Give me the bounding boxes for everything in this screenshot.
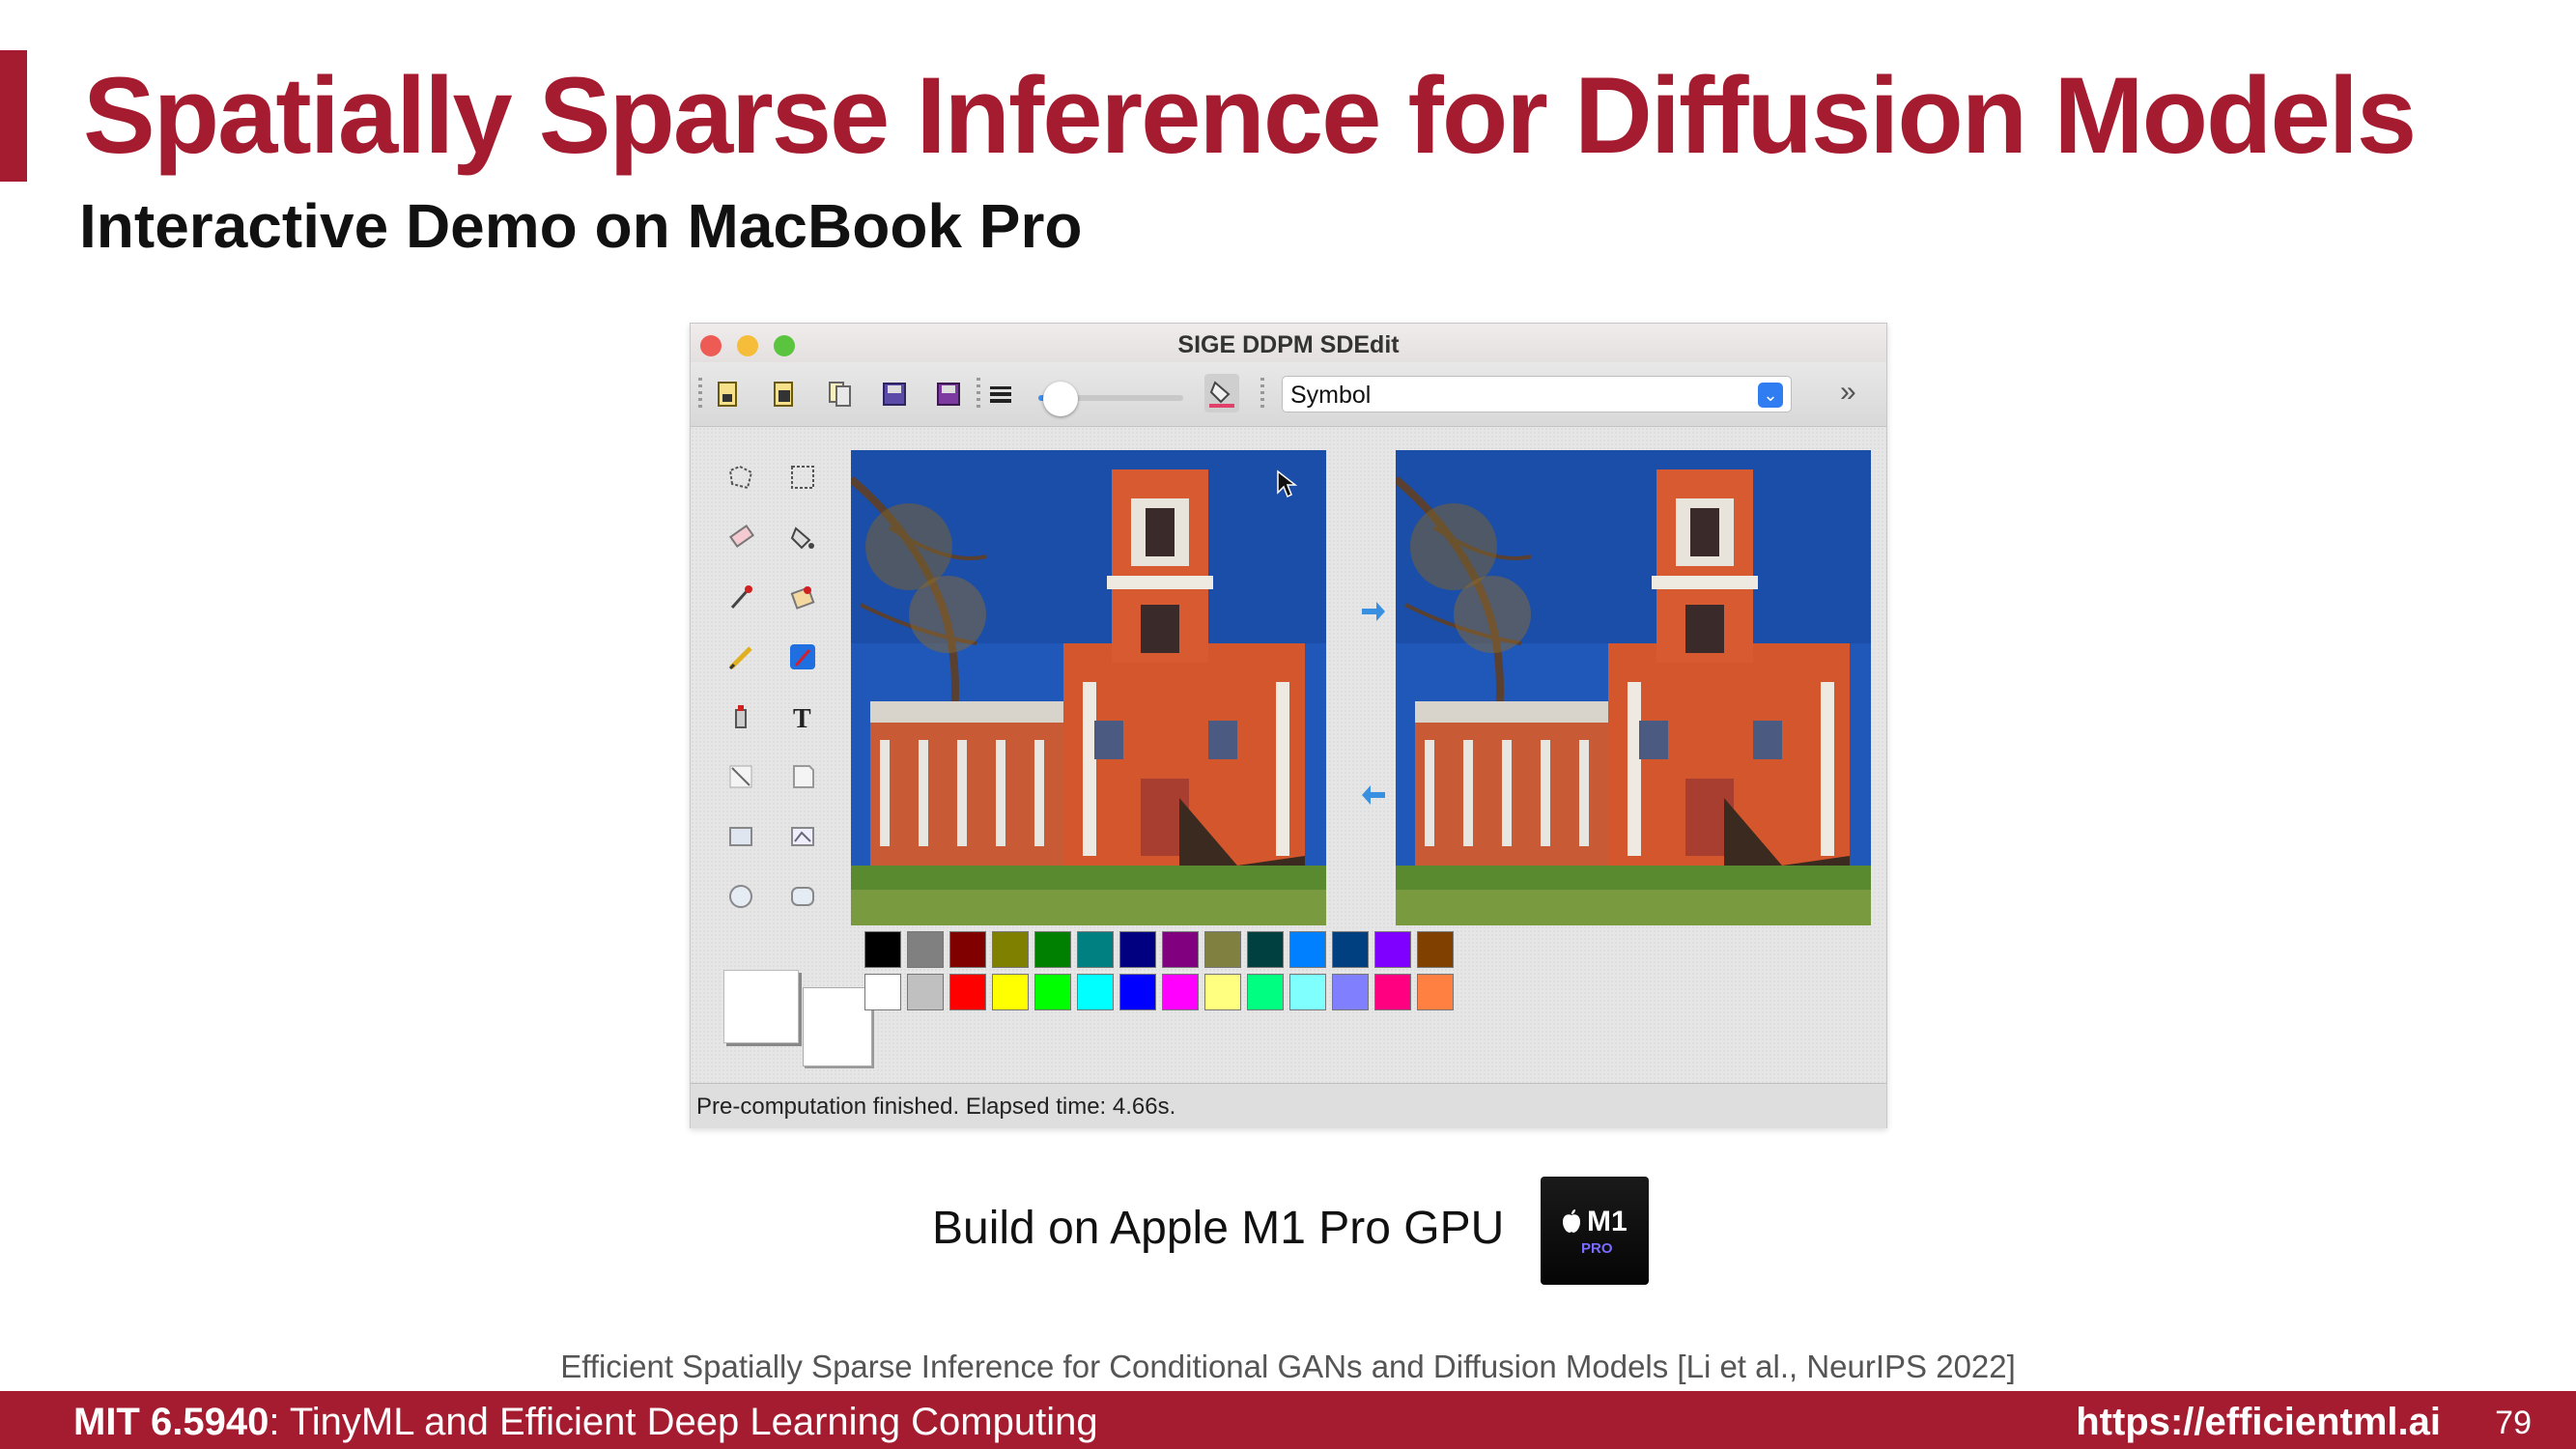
footer-course: MIT 6.5940: TinyML and Efficient Deep Le… xyxy=(73,1401,1098,1444)
palette-swatch[interactable] xyxy=(1119,931,1156,968)
fill-bucket-icon[interactable] xyxy=(785,520,820,554)
palette-swatch[interactable] xyxy=(1417,931,1454,968)
foreground-color-swatch[interactable] xyxy=(723,970,799,1043)
palette-swatch[interactable] xyxy=(949,974,986,1010)
palette-swatch[interactable] xyxy=(864,974,901,1010)
toolbar-overflow-icon[interactable]: » xyxy=(1840,376,1856,409)
palette-swatch[interactable] xyxy=(1374,931,1411,968)
palette-swatch[interactable] xyxy=(864,931,901,968)
apple-m1-pro-logo: M1 PRO xyxy=(1541,1177,1649,1285)
toolbar-grip[interactable] xyxy=(977,378,980,409)
title-accent-bar xyxy=(0,50,27,182)
palette-swatch[interactable] xyxy=(1204,974,1241,1010)
fill-color-icon[interactable] xyxy=(1204,374,1239,412)
toolbar-grip[interactable] xyxy=(1260,378,1264,409)
palette-swatch[interactable] xyxy=(1417,974,1454,1010)
symbol-select-value: Symbol xyxy=(1290,382,1372,409)
palette-swatch[interactable] xyxy=(1034,974,1071,1010)
symbol-select[interactable]: Symbol ⌄ xyxy=(1282,376,1792,412)
palette-swatch[interactable] xyxy=(1289,974,1326,1010)
app-window: SIGE DDPM SDEdit Symbol ⌄ » T Pre-comput… xyxy=(690,323,1887,1128)
background-color-swatch[interactable] xyxy=(803,987,872,1066)
palette-swatch[interactable] xyxy=(1247,974,1284,1010)
chip-tier: PRO xyxy=(1581,1240,1613,1257)
save-icon[interactable] xyxy=(880,378,909,411)
course-name: : TinyML and Efficient Deep Learning Com… xyxy=(269,1401,1098,1443)
page-number: 79 xyxy=(2495,1405,2532,1441)
palette-swatch[interactable] xyxy=(907,931,944,968)
apple-icon xyxy=(1563,1209,1580,1233)
palette-swatch[interactable] xyxy=(1162,931,1199,968)
palette-swatch[interactable] xyxy=(1332,974,1369,1010)
window-titlebar: SIGE DDPM SDEdit xyxy=(691,324,1886,363)
chip-caption: Build on Apple M1 Pro GPU xyxy=(932,1203,1505,1254)
footer-url[interactable]: https://efficientml.ai xyxy=(2076,1401,2441,1444)
palette-swatch[interactable] xyxy=(1204,931,1241,968)
workspace: T xyxy=(691,427,1886,1084)
brush-size-slider-knob[interactable] xyxy=(1042,382,1078,416)
window-title: SIGE DDPM SDEdit xyxy=(1177,331,1400,358)
airbrush-icon[interactable] xyxy=(723,699,758,734)
save-as-icon[interactable] xyxy=(934,378,963,411)
palette-swatch[interactable] xyxy=(1289,931,1326,968)
mouse-cursor-icon xyxy=(1277,469,1298,498)
palette-swatch[interactable] xyxy=(1332,931,1369,968)
palette-swatch[interactable] xyxy=(949,931,986,968)
toolbar: Symbol ⌄ » xyxy=(691,362,1886,427)
palette-swatch[interactable] xyxy=(992,931,1029,968)
brush-icon[interactable] xyxy=(785,639,820,674)
rect-select-icon[interactable] xyxy=(785,460,820,495)
arrow-right-icon[interactable] xyxy=(1359,597,1388,626)
zoom-icon[interactable] xyxy=(785,580,820,614)
palette-swatch[interactable] xyxy=(992,974,1029,1010)
status-bar: Pre-computation finished. Elapsed time: … xyxy=(691,1083,1886,1128)
palette-swatch[interactable] xyxy=(1374,974,1411,1010)
curve-icon[interactable] xyxy=(785,759,820,794)
palette-swatch[interactable] xyxy=(1119,974,1156,1010)
copy-icon[interactable] xyxy=(826,378,855,411)
eraser-icon[interactable] xyxy=(723,520,758,554)
status-text: Pre-computation finished. Elapsed time: … xyxy=(696,1094,1176,1120)
palette-swatch[interactable] xyxy=(1247,931,1284,968)
svg-text:T: T xyxy=(793,704,811,731)
open-file-icon[interactable] xyxy=(770,378,799,411)
slide-subtitle: Interactive Demo on MacBook Pro xyxy=(79,191,1083,261)
palette-swatch[interactable] xyxy=(907,974,944,1010)
footer: MIT 6.5940: TinyML and Efficient Deep Le… xyxy=(0,1391,2576,1449)
toolbar-grip[interactable] xyxy=(698,378,702,409)
palette-swatch[interactable] xyxy=(1077,931,1114,968)
text-icon[interactable]: T xyxy=(785,699,820,734)
palette-swatch[interactable] xyxy=(1034,931,1071,968)
output-image-canvas xyxy=(1396,450,1871,925)
rectangle-icon[interactable] xyxy=(723,819,758,854)
line-width-icon[interactable] xyxy=(986,378,1015,411)
chip-model: M1 xyxy=(1587,1206,1628,1237)
chevron-down-icon: ⌄ xyxy=(1758,383,1783,408)
ellipse-icon[interactable] xyxy=(723,879,758,914)
palette-swatch[interactable] xyxy=(1162,974,1199,1010)
slide-title: Spatially Sparse Inference for Diffusion… xyxy=(83,55,2417,176)
citation: Efficient Spatially Sparse Inference for… xyxy=(560,1349,2016,1384)
course-code: MIT 6.5940 xyxy=(73,1401,269,1443)
line-icon[interactable] xyxy=(723,759,758,794)
pencil-icon[interactable] xyxy=(723,639,758,674)
color-picker-icon[interactable] xyxy=(723,580,758,614)
palette-swatch[interactable] xyxy=(1077,974,1114,1010)
input-image-canvas[interactable] xyxy=(851,450,1326,925)
new-file-icon[interactable] xyxy=(714,378,743,411)
arrow-left-icon[interactable] xyxy=(1359,781,1388,810)
rounded-rect-icon[interactable] xyxy=(785,879,820,914)
free-select-icon[interactable] xyxy=(723,460,758,495)
polygon-icon[interactable] xyxy=(785,819,820,854)
